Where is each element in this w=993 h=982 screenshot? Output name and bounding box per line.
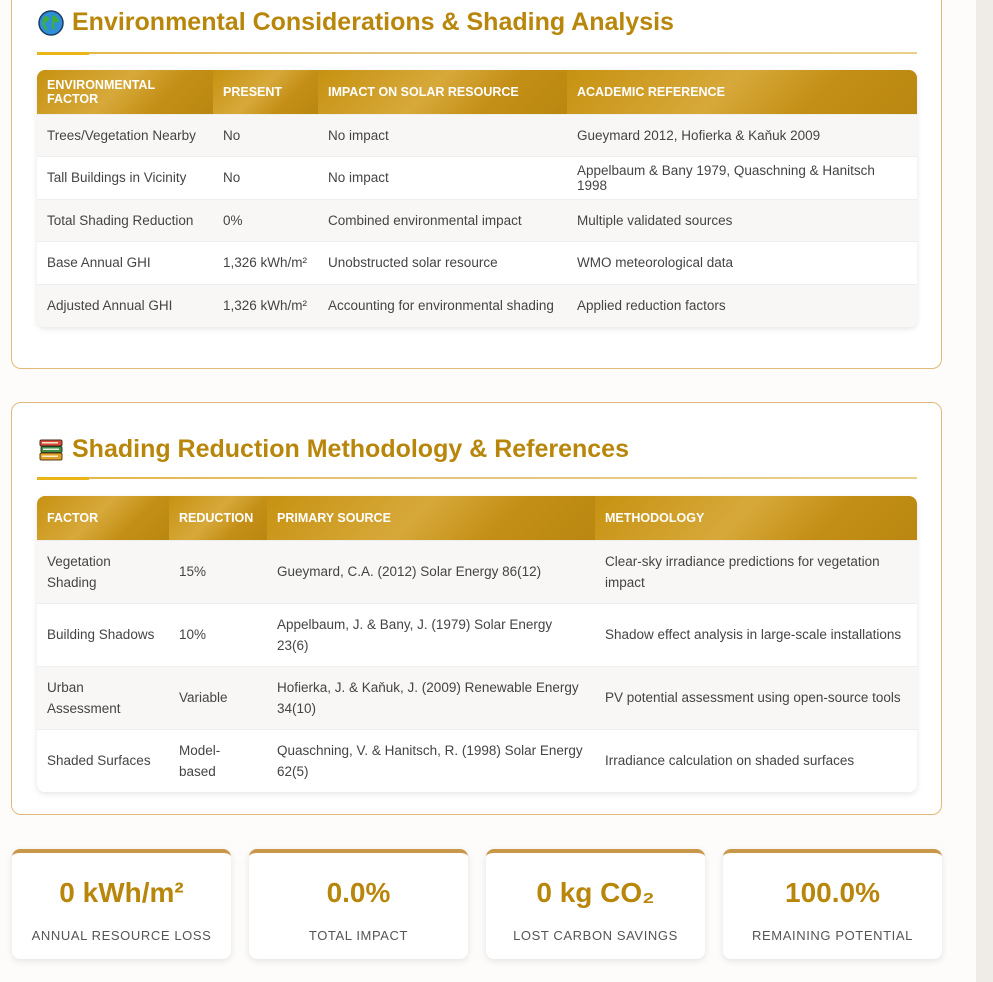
- table-cell: Multiple validated sources: [567, 198, 917, 242]
- column-header: Factor: [37, 496, 169, 540]
- table-cell: Accounting for environmental shading: [318, 283, 567, 327]
- table-cell: Irradiance calculation on shaded surface…: [595, 728, 917, 792]
- table-cell: Model-based: [169, 728, 267, 792]
- table-cell: Shaded Surfaces: [37, 728, 169, 792]
- globe-icon: [38, 9, 64, 36]
- table-row: Trees/Vegetation Nearby No No impact Gue…: [37, 113, 917, 157]
- table-cell: Building Shadows: [37, 602, 169, 666]
- table-cell: Combined environmental impact: [318, 198, 567, 242]
- column-header: Academic Reference: [567, 70, 917, 114]
- stat-label: Lost Carbon Savings: [513, 928, 678, 943]
- table-cell: Gueymard 2012, Hofierka & Kaňuk 2009: [567, 113, 917, 157]
- column-header: Reduction: [169, 496, 267, 540]
- report-page: Environmental Considerations & Shading A…: [0, 0, 976, 982]
- methodology-section-title: Shading Reduction Methodology & Referenc…: [38, 435, 629, 464]
- methodology-table: Factor Reduction Primary Source Methodol…: [37, 496, 917, 792]
- table-cell: Appelbaum, J. & Bany, J. (1979) Solar En…: [267, 602, 595, 666]
- table-row: Urban Assessment Variable Hofierka, J. &…: [37, 665, 917, 729]
- column-header: Primary Source: [267, 496, 595, 540]
- table-cell: Clear-sky irradiance predictions for veg…: [595, 539, 917, 603]
- column-header: Environmental Factor: [37, 70, 213, 114]
- table-header-row: Environmental Factor Present Impact on S…: [37, 70, 917, 114]
- stat-label: Annual Resource Loss: [31, 928, 212, 943]
- table-cell: 0%: [213, 198, 318, 242]
- column-header: Impact on Solar Resource: [318, 70, 567, 114]
- table-row: Building Shadows 10% Appelbaum, J. & Ban…: [37, 602, 917, 666]
- environmental-section-title: Environmental Considerations & Shading A…: [38, 8, 674, 37]
- table-cell: Vegetation Shading: [37, 539, 169, 603]
- title-divider: [37, 52, 917, 55]
- stat-value: 0 kg CO₂: [536, 877, 655, 908]
- table-cell: Unobstructed solar resource: [318, 241, 567, 284]
- table-cell: Base Annual GHI: [37, 241, 213, 284]
- title-divider: [37, 477, 917, 480]
- table-row: Base Annual GHI 1,326 kWh/m² Unobstructe…: [37, 241, 917, 284]
- environmental-table: Environmental Factor Present Impact on S…: [37, 70, 917, 327]
- table-cell: Quaschning, V. & Hanitsch, R. (1998) Sol…: [267, 728, 595, 792]
- table-cell: Applied reduction factors: [567, 283, 917, 327]
- stat-value: 0.0%: [326, 877, 391, 908]
- table-cell: PV potential assessment using open-sourc…: [595, 665, 917, 729]
- books-icon: [38, 437, 64, 463]
- stat-value: 0 kWh/m²: [59, 877, 184, 908]
- stat-card-remaining-potential: 100.0% Remaining Potential: [723, 849, 942, 959]
- vertical-scrollbar[interactable]: [976, 0, 993, 982]
- table-row: Vegetation Shading 15% Gueymard, C.A. (2…: [37, 539, 917, 603]
- stat-value: 100.0%: [785, 877, 880, 908]
- table-cell: No: [213, 113, 318, 157]
- stat-label: Total Impact: [308, 928, 409, 943]
- table-cell: Total Shading Reduction: [37, 198, 213, 242]
- table-cell: Variable: [169, 665, 267, 729]
- table-cell: Shadow effect analysis in large-scale in…: [595, 602, 917, 666]
- table-cell: Appelbaum & Bany 1979, Quaschning & Hani…: [567, 156, 917, 199]
- table-cell: 1,326 kWh/m²: [213, 241, 318, 284]
- table-cell: Tall Buildings in Vicinity: [37, 156, 213, 199]
- methodology-title-text: Shading Reduction Methodology & Referenc…: [72, 435, 629, 463]
- table-header-row: Factor Reduction Primary Source Methodol…: [37, 496, 917, 540]
- stat-card-total-impact: 0.0% Total Impact: [249, 849, 468, 959]
- table-cell: Adjusted Annual GHI: [37, 283, 213, 327]
- table-cell: 1,326 kWh/m²: [213, 283, 318, 327]
- table-cell: Urban Assessment: [37, 665, 169, 729]
- column-header: Present: [213, 70, 318, 114]
- table-row: Tall Buildings in Vicinity No No impact …: [37, 156, 917, 199]
- table-cell: Trees/Vegetation Nearby: [37, 113, 213, 157]
- table-cell: WMO meteorological data: [567, 241, 917, 284]
- environmental-title-text: Environmental Considerations & Shading A…: [72, 8, 674, 36]
- table-cell: Gueymard, C.A. (2012) Solar Energy 86(12…: [267, 539, 595, 603]
- table-row: Shaded Surfaces Model-based Quaschning, …: [37, 728, 917, 792]
- stat-label: Remaining Potential: [752, 928, 913, 943]
- column-header: Methodology: [595, 496, 917, 540]
- table-cell: No impact: [318, 113, 567, 157]
- table-cell: No: [213, 156, 318, 199]
- stat-card-resource-loss: 0 kWh/m² Annual Resource Loss: [12, 849, 231, 959]
- environmental-card: Environmental Considerations & Shading A…: [11, 0, 942, 369]
- table-cell: 10%: [169, 602, 267, 666]
- table-cell: 15%: [169, 539, 267, 603]
- stat-card-carbon-savings: 0 kg CO₂ Lost Carbon Savings: [486, 849, 705, 959]
- table-cell: No impact: [318, 156, 567, 199]
- table-cell: Hofierka, J. & Kaňuk, J. (2009) Renewabl…: [267, 665, 595, 729]
- methodology-card: Shading Reduction Methodology & Referenc…: [11, 402, 942, 815]
- table-row: Adjusted Annual GHI 1,326 kWh/m² Account…: [37, 283, 917, 327]
- table-row: Total Shading Reduction 0% Combined envi…: [37, 198, 917, 242]
